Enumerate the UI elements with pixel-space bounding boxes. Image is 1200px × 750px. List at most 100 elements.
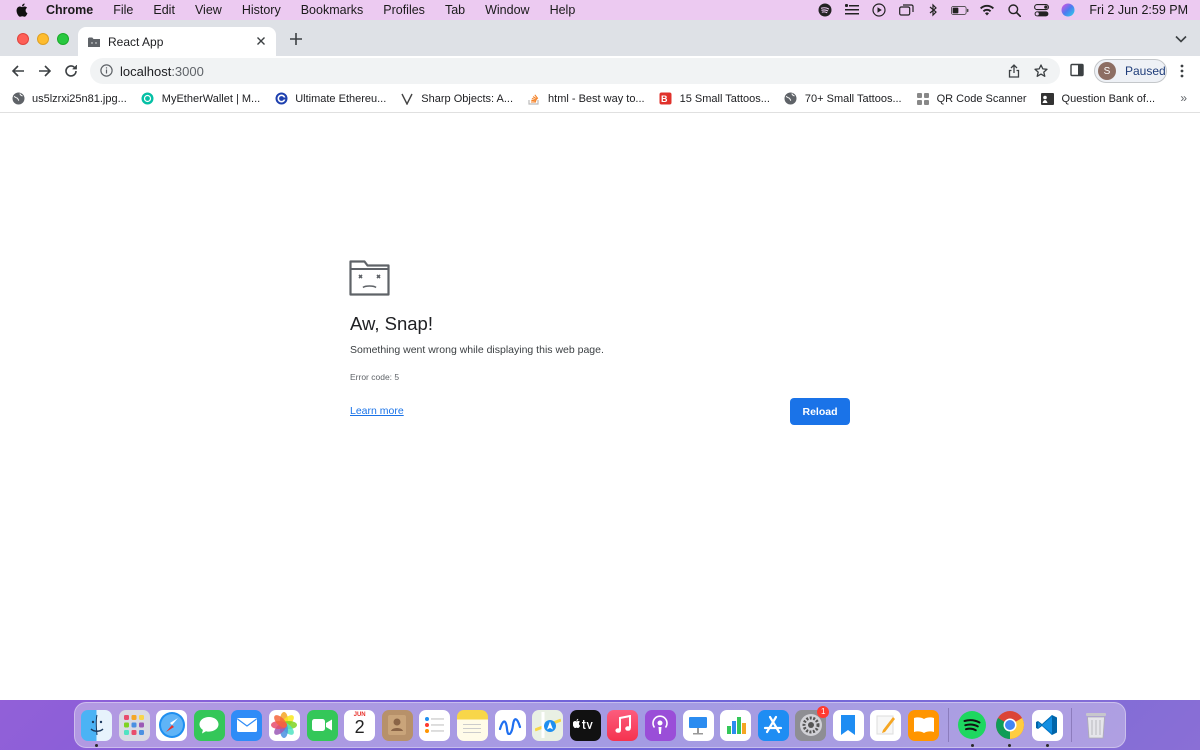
site-info-icon[interactable] — [100, 64, 114, 78]
play-circle-icon[interactable] — [870, 3, 888, 17]
bookmark-item[interactable]: Question Bank of... — [1041, 92, 1156, 106]
messages-icon[interactable] — [193, 709, 225, 741]
learn-more-link[interactable]: Learn more — [350, 405, 404, 417]
bookmarks-bar: us5lzrxi25n81.jpg... MyEtherWallet | M..… — [0, 85, 1200, 113]
numbers-icon[interactable] — [720, 709, 752, 741]
menu-file[interactable]: File — [113, 3, 133, 17]
bookmark-label: Sharp Objects: A... — [421, 92, 514, 105]
sad-folder-favicon-icon — [88, 37, 100, 47]
bookmark-label: 15 Small Tattoos... — [679, 92, 770, 105]
globe-icon — [784, 92, 798, 106]
spotify-icon[interactable] — [957, 710, 988, 747]
new-tab-button[interactable] — [287, 31, 305, 49]
screen-mirror-icon[interactable] — [897, 3, 915, 17]
books-icon[interactable] — [908, 709, 940, 741]
photos-icon[interactable] — [268, 709, 300, 741]
close-tab-icon[interactable] — [254, 34, 268, 48]
tab-search-chevron-icon[interactable] — [1174, 32, 1188, 46]
error-message: Something went wrong while displaying th… — [350, 344, 604, 356]
chrome-icon[interactable] — [994, 710, 1025, 747]
myetherwallet-icon — [141, 92, 155, 106]
back-arrow-icon[interactable] — [10, 63, 26, 79]
reload-icon[interactable] — [63, 63, 79, 79]
bookmark-app-icon[interactable] — [832, 709, 864, 741]
error-title: Aw, Snap! — [350, 313, 433, 334]
podcasts-icon[interactable] — [644, 709, 676, 741]
bookmark-item[interactable]: Sharp Objects: A... — [400, 92, 513, 106]
tab-react-app[interactable]: React App — [78, 27, 276, 56]
tab-title: React App — [108, 34, 164, 49]
wifi-icon[interactable] — [978, 3, 996, 17]
mail-icon[interactable] — [231, 709, 263, 741]
notes-icon[interactable] — [456, 709, 488, 741]
bookmark-label: Question Bank of... — [1061, 92, 1156, 105]
reminders-icon[interactable] — [419, 709, 451, 741]
bookmark-item[interactable]: Ultimate Ethereu... — [274, 92, 386, 106]
bookmark-star-icon[interactable] — [1033, 63, 1049, 79]
forward-arrow-icon[interactable] — [37, 63, 53, 79]
minimize-window-button[interactable] — [37, 33, 49, 45]
keynote-icon[interactable] — [682, 709, 714, 741]
ethereum-icon — [274, 92, 288, 106]
text-list-icon[interactable] — [843, 3, 861, 17]
menu-window[interactable]: Window — [485, 3, 529, 17]
bookmark-item[interactable]: B 15 Small Tattoos... — [659, 92, 770, 106]
music-icon[interactable] — [607, 709, 639, 741]
app-store-icon[interactable] — [757, 709, 789, 741]
menubar-clock[interactable]: Fri 2 Jun 2:59 PM — [1089, 3, 1188, 17]
share-icon[interactable] — [1006, 63, 1022, 79]
maximize-window-button[interactable] — [57, 33, 69, 45]
address-bar[interactable]: localhost:3000 — [90, 58, 1060, 84]
launchpad-icon[interactable] — [118, 709, 150, 741]
maps-icon[interactable] — [532, 709, 564, 741]
finder-icon[interactable] — [81, 709, 112, 747]
facetime-icon[interactable] — [306, 709, 338, 741]
system-settings-icon[interactable]: 1 — [795, 705, 830, 741]
svg-text:B: B — [661, 94, 668, 104]
contacts-icon[interactable] — [381, 709, 413, 741]
menu-bookmarks[interactable]: Bookmarks — [301, 3, 364, 17]
side-panel-icon[interactable] — [1070, 63, 1086, 79]
avatar: S — [1098, 62, 1116, 80]
bookmark-item[interactable]: us5lzrxi25n81.jpg... — [11, 92, 127, 106]
bookmark-item[interactable]: 70+ Small Tattoos... — [784, 92, 902, 106]
menu-app-name[interactable]: Chrome — [46, 3, 93, 17]
vscode-icon[interactable] — [1031, 709, 1063, 747]
safari-icon[interactable] — [156, 709, 188, 741]
running-indicator — [95, 743, 98, 747]
spotlight-search-icon[interactable] — [1005, 3, 1023, 17]
menu-tab[interactable]: Tab — [445, 3, 465, 17]
close-window-button[interactable] — [17, 33, 29, 45]
trash-icon[interactable] — [1080, 710, 1111, 741]
menu-edit[interactable]: Edit — [153, 3, 175, 17]
spotify-status-icon[interactable] — [816, 3, 834, 17]
profile-button[interactable]: S Paused — [1094, 59, 1167, 83]
running-indicator — [970, 743, 974, 747]
menu-help[interactable]: Help — [550, 3, 576, 17]
running-indicator — [1008, 743, 1012, 747]
menu-history[interactable]: History — [242, 3, 281, 17]
notification-badge: 1 — [817, 705, 830, 718]
bookmark-label: html - Best way to... — [548, 92, 645, 105]
bookmarks-overflow-icon[interactable]: » — [1180, 91, 1187, 105]
freeform-icon[interactable] — [494, 709, 526, 741]
bookmark-item[interactable]: QR Code Scanner — [916, 92, 1027, 106]
bookmark-label: MyEtherWallet | M... — [161, 92, 261, 105]
menu-view[interactable]: View — [195, 3, 222, 17]
bookmark-item[interactable]: MyEtherWallet | M... — [141, 92, 260, 106]
more-menu-icon[interactable] — [1176, 63, 1188, 79]
siri-icon[interactable] — [1059, 3, 1077, 17]
dock: JUN 2 1 — [74, 702, 1126, 748]
calendar-icon[interactable]: JUN 2 — [344, 709, 376, 741]
battery-icon[interactable] — [951, 3, 969, 17]
control-center-icon[interactable] — [1032, 3, 1050, 17]
apple-icon[interactable] — [16, 3, 34, 17]
bookmark-label: 70+ Small Tattoos... — [804, 92, 902, 105]
menu-profiles[interactable]: Profiles — [383, 3, 425, 17]
bluetooth-icon[interactable] — [924, 3, 942, 17]
pages-icon[interactable] — [870, 709, 902, 741]
bookmark-item[interactable]: html - Best way to... — [527, 92, 645, 106]
dock-separator — [947, 708, 949, 742]
reload-button[interactable]: Reload — [790, 398, 850, 425]
tv-icon[interactable] — [569, 709, 601, 741]
